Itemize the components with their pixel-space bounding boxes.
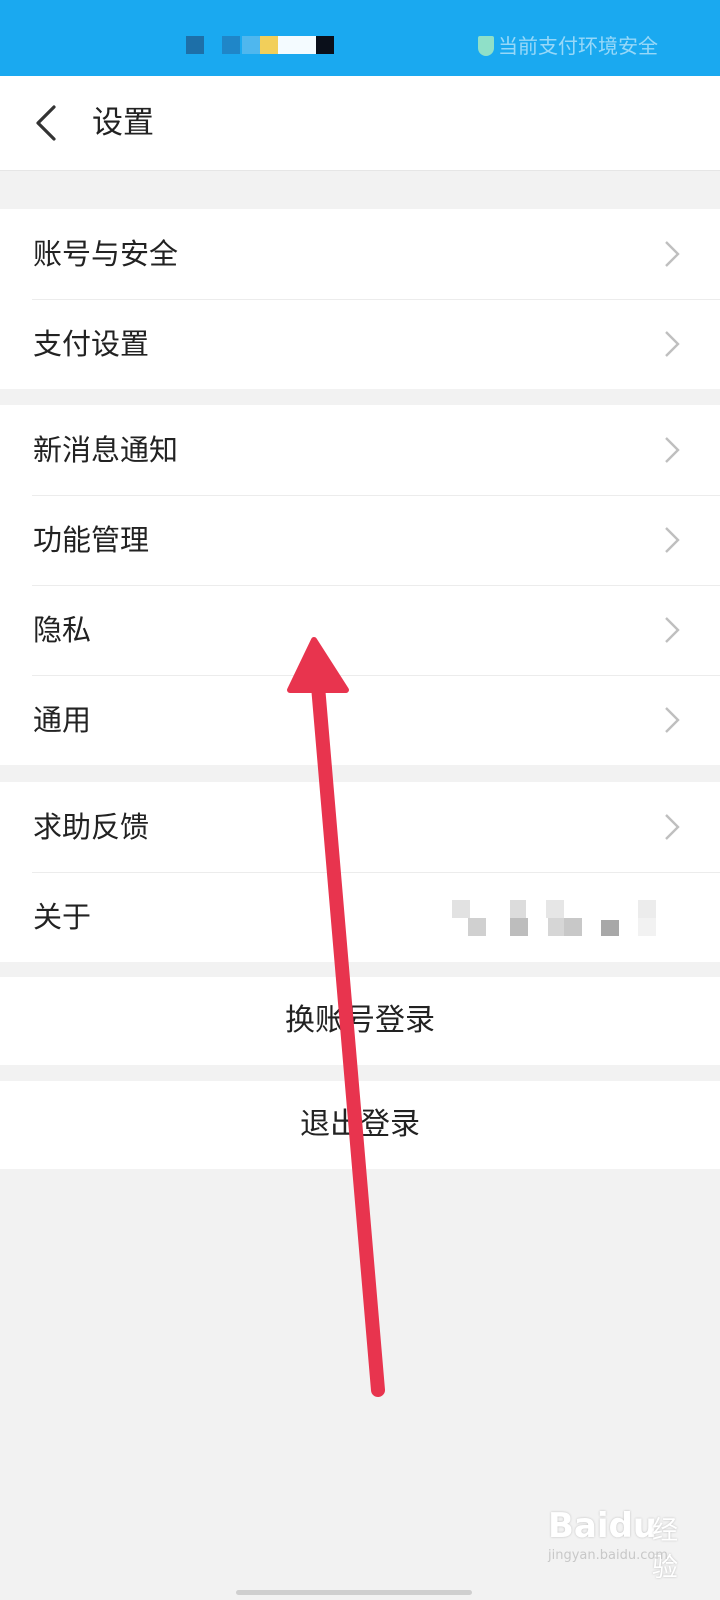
pixelated-version-info	[452, 900, 656, 936]
status-bar: 当前支付环境安全	[0, 0, 720, 76]
chevron-right-icon	[665, 437, 680, 463]
back-chevron-icon[interactable]	[30, 103, 62, 143]
chevron-right-icon	[665, 527, 680, 553]
settings-item-payment-settings[interactable]: 支付设置	[0, 299, 720, 389]
settings-group-account: 账号与安全 支付设置	[0, 209, 720, 389]
settings-item-label: 新消息通知	[33, 433, 179, 467]
home-indicator[interactable]	[236, 1590, 472, 1595]
settings-item-label: 支付设置	[33, 327, 150, 361]
settings-item-label: 求助反馈	[33, 810, 150, 844]
settings-item-label: 账号与安全	[33, 237, 179, 271]
pay-status-text: 当前支付环境安全	[498, 34, 658, 58]
pay-status-indicator: 当前支付环境安全	[478, 34, 658, 58]
settings-item-privacy[interactable]: 隐私	[0, 585, 720, 675]
settings-group-general: 新消息通知 功能管理 隐私 通用	[0, 405, 720, 765]
settings-item-feature-management[interactable]: 功能管理	[0, 495, 720, 585]
chevron-right-icon	[665, 617, 680, 643]
settings-item-about[interactable]: 关于	[0, 872, 720, 962]
watermark-brand-suffix: 经验	[652, 1516, 679, 1583]
chevron-right-icon	[665, 241, 680, 267]
page-header: 设置	[0, 76, 720, 171]
watermark-url: jingyan.baidu.com	[548, 1548, 668, 1563]
chevron-right-icon	[665, 707, 680, 733]
baidu-jingyan-watermark: Baidu 经验 jingyan.baidu.com	[548, 1496, 698, 1583]
chevron-right-icon	[665, 814, 680, 840]
switch-account-button[interactable]: 换账号登录	[0, 977, 720, 1065]
settings-item-label: 关于	[33, 900, 92, 934]
settings-item-notifications[interactable]: 新消息通知	[0, 405, 720, 495]
settings-item-account-security[interactable]: 账号与安全	[0, 209, 720, 299]
settings-item-general[interactable]: 通用	[0, 675, 720, 765]
pixelated-status-icons	[186, 36, 334, 54]
chevron-right-icon	[665, 331, 680, 357]
shield-icon	[478, 36, 494, 56]
watermark-brand: Baidu	[548, 1506, 658, 1546]
settings-item-label: 隐私	[33, 613, 92, 647]
logout-button[interactable]: 退出登录	[0, 1081, 720, 1169]
settings-item-label: 功能管理	[33, 523, 150, 557]
settings-item-help-feedback[interactable]: 求助反馈	[0, 782, 720, 872]
page-title: 设置	[92, 105, 154, 141]
settings-item-label: 通用	[33, 703, 92, 737]
settings-group-help: 求助反馈 关于	[0, 782, 720, 962]
